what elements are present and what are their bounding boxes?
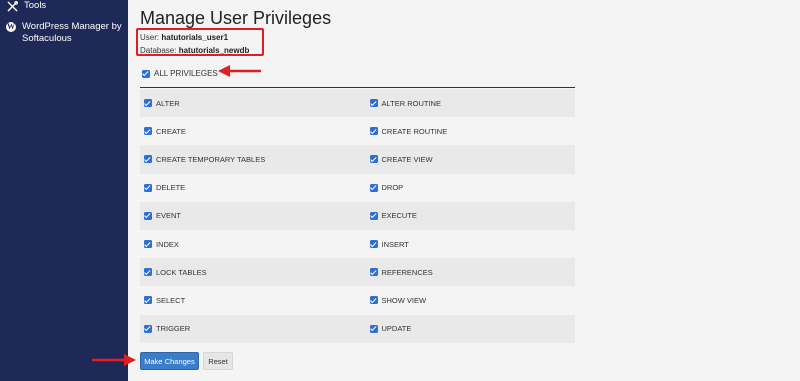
privilege-checkbox[interactable]: CREATE VIEW [358,155,576,164]
privilege-label: CREATE TEMPORARY TABLES [156,154,266,164]
annotation-arrow-icon [92,354,136,366]
tools-icon [6,0,18,12]
privilege-row: ALTER ALTER ROUTINE [140,89,576,118]
privilege-label: SELECT [156,295,186,305]
privilege-label: DROP [381,183,404,193]
sidebar-item-label: WordPress Manager by Softaculous [22,21,122,44]
privilege-checkbox[interactable]: UPDATE [358,324,576,333]
privilege-row: TRIGGER UPDATE [140,314,576,343]
privilege-label: CREATE ROUTINE [381,126,448,136]
privilege-checkbox[interactable]: INDEX [140,240,358,249]
sidebar-item-tools[interactable]: Tools [6,0,46,12]
privilege-checkbox[interactable]: DELETE [140,183,358,192]
checkbox-checked-icon [369,324,378,333]
database-value: hatutorials_newdb [178,46,250,55]
privilege-label: LOCK TABLES [156,267,207,277]
privilege-label: DELETE [156,183,186,193]
privilege-checkbox[interactable]: INSERT [358,240,576,249]
privilege-label: INSERT [381,239,409,249]
user-label: User: [140,33,160,42]
checkbox-checked-icon [369,211,378,220]
privilege-checkbox[interactable]: TRIGGER [140,324,358,333]
privilege-label: CREATE VIEW [381,154,433,164]
privilege-label: TRIGGER [156,324,191,334]
checkbox-checked-icon [142,69,150,78]
privilege-label: EXECUTE [381,211,417,221]
checkbox-checked-icon [144,211,152,220]
checkbox-checked-icon [144,99,152,108]
privilege-label: ALTER [156,98,180,108]
user-line: User: hatutorials_user1 [140,33,228,42]
privilege-checkbox[interactable]: LOCK TABLES [140,268,358,277]
database-label: Database: [140,46,177,55]
checkbox-checked-icon [144,155,152,164]
page-title: Manage User Privileges [140,8,332,28]
privilege-checkbox[interactable]: CREATE [140,127,358,136]
privilege-row: SELECT SHOW VIEW [140,286,575,314]
privilege-label: SHOW VIEW [381,295,427,305]
reset-button[interactable]: Reset [203,352,233,370]
privilege-label: REFERENCES [381,267,433,277]
privilege-checkbox[interactable]: ALTER [140,99,358,108]
privilege-label: ALTER ROUTINE [381,98,441,108]
checkbox-checked-icon [369,127,378,136]
privilege-checkbox[interactable]: ALTER ROUTINE [358,99,576,108]
all-privileges-checkbox[interactable]: ALL PRIVILEGES [142,69,218,78]
checkbox-checked-icon [369,240,378,249]
privilege-row: DELETE DROP [140,174,575,202]
sidebar-item-wordpress-manager[interactable]: W WordPress Manager by Softaculous [6,21,124,45]
sidebar: Tools W WordPress Manager by Softaculous [0,0,128,381]
main-content: Manage User Privileges User: hatutorials… [92,0,800,381]
privileges-table: ALTER ALTER ROUTINE CREATE CREATE ROUTINE CR… [140,89,575,343]
privilege-checkbox[interactable]: EXECUTE [358,211,576,220]
checkbox-checked-icon [144,183,152,192]
checkbox-checked-icon [369,296,378,305]
privilege-label: EVENT [156,211,182,221]
divider [140,87,575,88]
checkbox-checked-icon [144,296,152,305]
privilege-label: CREATE [156,126,186,136]
checkbox-checked-icon [369,183,378,192]
wordpress-icon: W [6,22,16,32]
checkbox-checked-icon [144,240,152,249]
make-changes-button[interactable]: Make Changes [140,352,199,370]
checkbox-checked-icon [144,268,152,277]
user-value: hatutorials_user1 [161,33,229,42]
database-line: Database: hatutorials_newdb [140,46,249,55]
checkbox-checked-icon [144,127,152,136]
privilege-row: LOCK TABLES REFERENCES [140,258,576,287]
privilege-label: UPDATE [381,324,412,334]
privilege-row: EVENT EXECUTE [140,201,576,230]
privilege-row: CREATE CREATE ROUTINE [140,117,575,145]
privilege-checkbox[interactable]: CREATE ROUTINE [358,127,576,136]
all-privileges-label: ALL PRIVILEGES [154,69,218,78]
privilege-checkbox[interactable]: REFERENCES [358,268,576,277]
checkbox-checked-icon [369,268,378,277]
annotation-arrow-icon [218,65,261,77]
checkbox-checked-icon [369,99,378,108]
checkbox-checked-icon [369,155,378,164]
sidebar-item-label: Tools [24,0,47,11]
privilege-row: CREATE TEMPORARY TABLES CREATE VIEW [140,145,576,174]
privilege-checkbox[interactable]: SELECT [140,296,358,305]
privilege-row: INDEX INSERT [140,230,575,258]
privilege-checkbox[interactable]: DROP [358,183,576,192]
checkbox-checked-icon [144,324,152,333]
privilege-checkbox[interactable]: EVENT [140,211,358,220]
privilege-checkbox[interactable]: CREATE TEMPORARY TABLES [140,155,358,164]
privilege-checkbox[interactable]: SHOW VIEW [358,296,576,305]
privilege-label: INDEX [156,239,179,249]
